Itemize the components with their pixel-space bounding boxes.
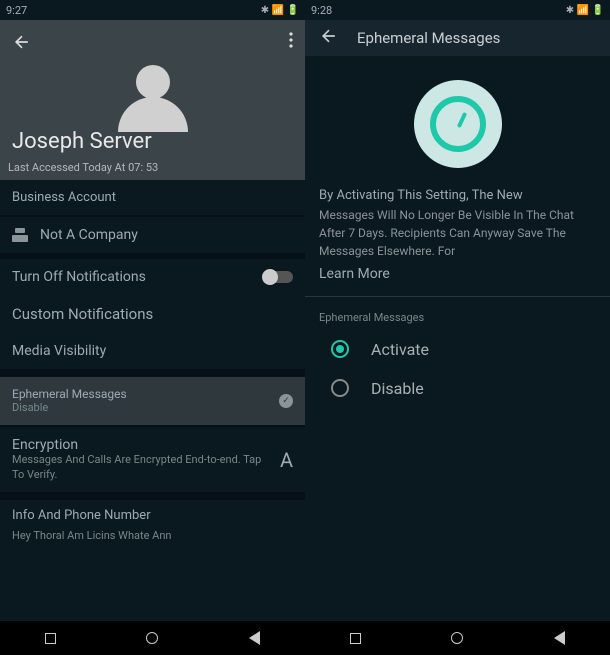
ephemeral-state: Disable — [12, 401, 279, 415]
last-accessed: Last Accessed Today At 07: 53 — [8, 161, 158, 174]
status-time: 9:27 — [6, 4, 27, 17]
contact-name: Joseph Server — [12, 129, 152, 154]
avatar-icon — [118, 65, 188, 132]
radio-disable-label: Disable — [371, 379, 424, 398]
divider — [305, 296, 610, 297]
timer-check-icon: ✓ — [279, 394, 293, 408]
menu-dots-icon[interactable] — [289, 32, 293, 56]
status-icons: ✱ 📶 🔋 — [261, 5, 299, 16]
nav-home-icon[interactable] — [146, 632, 158, 644]
page-header: Ephemeral Messages — [305, 20, 610, 56]
business-label: Business Account — [12, 190, 293, 205]
encryption-desc: Messages And Calls Are Encrypted End-to-… — [12, 453, 270, 482]
company-row[interactable]: Not A Company — [0, 217, 305, 259]
radio-activate-label: Activate — [371, 340, 429, 359]
profile-header: Joseph Server Last Accessed Today At 07:… — [0, 20, 305, 180]
encryption-title: Encryption — [12, 437, 270, 453]
status-time: 9:28 — [311, 4, 332, 17]
status-bar: 9:28 ✱ 📶 🔋 — [305, 0, 610, 20]
page-title: Ephemeral Messages — [357, 29, 500, 47]
media-visibility-row[interactable]: Media Visibility — [0, 333, 305, 377]
company-icon — [12, 228, 28, 242]
nav-bar — [0, 621, 305, 655]
notifications-label: Turn Off Notifications — [12, 269, 263, 285]
timer-illustration-icon — [414, 80, 502, 168]
radio-disable[interactable]: Disable — [305, 369, 610, 408]
contact-info-screen: 9:27 ✱ 📶 🔋 Joseph Server Last Accessed T… — [0, 0, 305, 655]
description: By Activating This Setting, The New Mess… — [305, 186, 610, 260]
company-text: Not A Company — [40, 227, 293, 243]
notifications-toggle-row[interactable]: Turn Off Notifications — [0, 259, 305, 295]
custom-notifications-row[interactable]: Custom Notifications — [0, 295, 305, 333]
radio-activate[interactable]: Activate — [305, 330, 610, 369]
learn-more-link[interactable]: Learn More — [305, 260, 610, 296]
info-line: Hey Thoral Am Licins Whate Ann — [12, 529, 293, 543]
back-arrow-icon[interactable] — [12, 32, 32, 56]
custom-notif-label: Custom Notifications — [12, 305, 293, 323]
ephemeral-row[interactable]: Ephemeral Messages Disable ✓ — [0, 377, 305, 427]
status-icons: ✱ 📶 🔋 — [566, 5, 604, 16]
radio-on-icon[interactable] — [331, 340, 349, 358]
back-arrow-icon[interactable] — [319, 26, 339, 50]
status-bar: 9:27 ✱ 📶 🔋 — [0, 0, 305, 20]
toggle-switch[interactable] — [263, 271, 293, 283]
encryption-row[interactable]: Encryption Messages And Calls Are Encryp… — [0, 427, 305, 500]
radio-group-label: Ephemeral Messages — [305, 305, 610, 330]
radio-off-icon[interactable] — [331, 379, 349, 397]
media-vis-label: Media Visibility — [12, 343, 293, 359]
nav-back-icon[interactable] — [554, 631, 565, 645]
info-label: Info And Phone Number — [12, 508, 293, 523]
ephemeral-settings-screen: 9:28 ✱ 📶 🔋 Ephemeral Messages By Activat… — [305, 0, 610, 655]
ephemeral-title: Ephemeral Messages — [12, 387, 279, 401]
nav-back-icon[interactable] — [249, 631, 260, 645]
nav-recents-icon[interactable] — [350, 633, 361, 644]
desc-strong: By Activating This Setting, The New — [319, 188, 523, 203]
nav-bar — [305, 621, 610, 655]
business-section: Business Account — [0, 180, 305, 217]
desc-body: Messages Will No Longer Be Visible In Th… — [319, 208, 574, 258]
lock-icon: A — [280, 448, 293, 472]
nav-home-icon[interactable] — [451, 632, 463, 644]
nav-recents-icon[interactable] — [45, 633, 56, 644]
